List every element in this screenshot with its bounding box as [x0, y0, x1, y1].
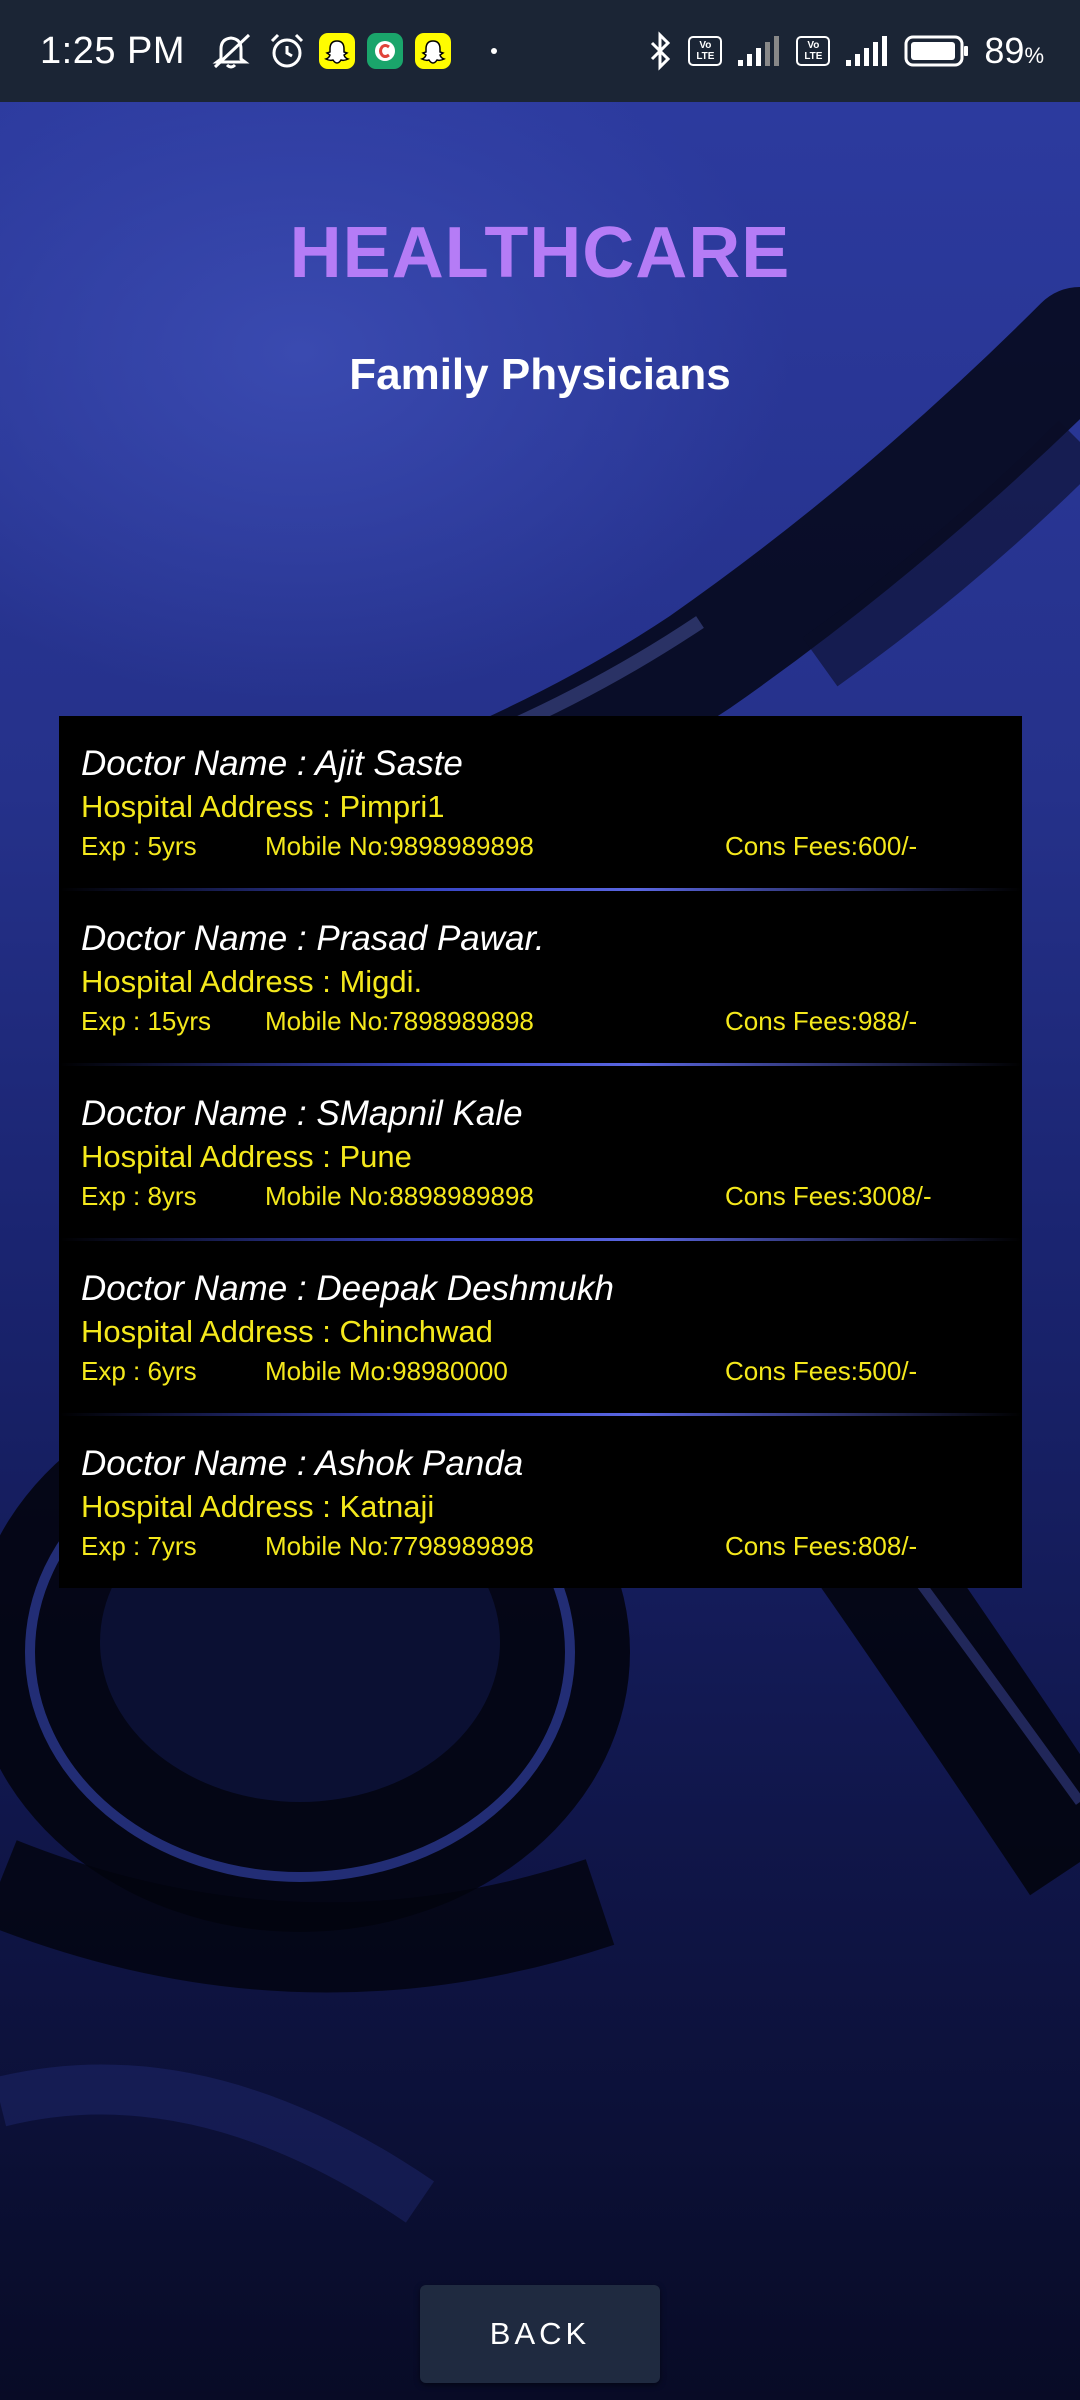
doctor-mobile: Mobile No:7898989898 — [265, 1006, 534, 1036]
doctor-fees: Cons Fees:3008/- — [725, 1181, 932, 1211]
volte-icon: Vo LTE — [688, 36, 723, 66]
doctor-meta: Exp : 6yrs Mobile Mo:98980000 Cons Fees:… — [81, 1353, 1022, 1389]
doctor-fees: Cons Fees:600/- — [725, 831, 918, 861]
list-item[interactable]: Doctor Name : SMapnil Kale Hospital Addr… — [59, 1066, 1022, 1241]
doctor-experience: Exp : 6yrs — [81, 1356, 197, 1386]
snapchat-icon — [415, 33, 452, 69]
notification-dot — [491, 48, 498, 54]
app-c-icon — [367, 33, 404, 69]
doctor-list[interactable]: Doctor Name : Ajit Saste Hospital Addres… — [59, 716, 1022, 1588]
hospital-address: Hospital Address : Migdi. — [81, 964, 423, 999]
doctor-mobile: Mobile No:8898989898 — [265, 1181, 534, 1211]
mute-icon — [211, 31, 255, 71]
doctor-meta: Exp : 8yrs Mobile No:8898989898 Cons Fee… — [81, 1178, 1022, 1214]
battery-icon — [904, 34, 970, 68]
doctor-meta: Exp : 5yrs Mobile No:9898989898 Cons Fee… — [81, 828, 1022, 864]
doctor-name: Doctor Name : SMapnil Kale — [81, 1094, 523, 1133]
doctor-fees: Cons Fees:988/- — [725, 1006, 918, 1036]
doctor-mobile: Mobile No:7798989898 — [265, 1531, 534, 1561]
signal-icon — [844, 34, 890, 68]
list-item[interactable]: Doctor Name : Deepak Deshmukh Hospital A… — [59, 1241, 1022, 1416]
doctor-meta: Exp : 7yrs Mobile No:7798989898 Cons Fee… — [81, 1528, 1022, 1564]
hospital-address: Hospital Address : Pune — [81, 1139, 412, 1174]
app-title: HEALTHCARE — [289, 213, 791, 293]
doctor-name: Doctor Name : Ashok Panda — [81, 1444, 524, 1483]
page-title: Family Physicians — [349, 350, 731, 399]
volte-icon: Vo LTE — [796, 36, 831, 66]
doctor-fees: Cons Fees:500/- — [725, 1356, 918, 1386]
doctor-experience: Exp : 7yrs — [81, 1531, 197, 1561]
doctor-experience: Exp : 5yrs — [81, 831, 197, 861]
doctor-experience: Exp : 15yrs — [81, 1006, 212, 1036]
list-item[interactable]: Doctor Name : Prasad Pawar. Hospital Add… — [59, 891, 1022, 1066]
status-time: 1:25 PM — [40, 29, 186, 72]
doctor-name: Doctor Name : Deepak Deshmukh — [81, 1269, 614, 1308]
doctor-name: Doctor Name : Prasad Pawar. — [81, 919, 545, 958]
list-item[interactable]: Doctor Name : Ajit Saste Hospital Addres… — [59, 716, 1022, 891]
doctor-name: Doctor Name : Ajit Saste — [81, 744, 463, 783]
doctor-mobile: Mobile Mo:98980000 — [265, 1356, 508, 1386]
doctor-fees: Cons Fees:808/- — [725, 1531, 918, 1561]
battery-percent: 89% — [984, 30, 1044, 71]
back-button[interactable]: BACK — [420, 2285, 660, 2383]
snapchat-icon — [319, 33, 356, 69]
doctor-experience: Exp : 8yrs — [81, 1181, 197, 1211]
doctor-meta: Exp : 15yrs Mobile No:7898989898 Cons Fe… — [81, 1003, 1022, 1039]
doctor-mobile: Mobile No:9898989898 — [265, 831, 534, 861]
hospital-address: Hospital Address : Katnaji — [81, 1489, 435, 1524]
status-bar: 1:25 PM Vo LTE Vo LTE 89% — [0, 0, 1080, 102]
hospital-address: Hospital Address : Pimpri1 — [81, 789, 445, 824]
hospital-address: Hospital Address : Chinchwad — [81, 1314, 493, 1349]
status-bar-right: Vo LTE Vo LTE 89% — [648, 30, 1044, 72]
status-bar-left: 1:25 PM — [40, 30, 648, 73]
bluetooth-icon — [648, 31, 674, 71]
signal-icon — [736, 34, 782, 68]
alarm-icon — [267, 31, 307, 71]
list-item[interactable]: Doctor Name : Ashok Panda Hospital Addre… — [59, 1416, 1022, 1588]
